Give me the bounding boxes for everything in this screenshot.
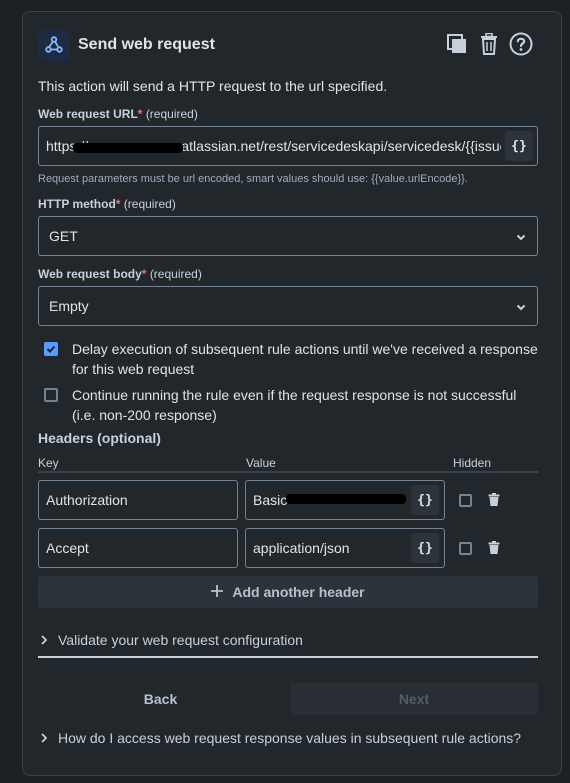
smart-value-button[interactable]: {} <box>411 533 439 563</box>
send-web-request-panel: Send web request This action will send a… <box>22 11 562 776</box>
help-button[interactable] <box>509 32 533 59</box>
method-label: HTTP method* (required) <box>38 197 176 211</box>
response-values-help-expander[interactable]: How do I access web request response val… <box>40 730 521 746</box>
divider <box>38 471 538 473</box>
web-request-body-select[interactable]: Empty <box>38 286 538 326</box>
next-button[interactable]: Next <box>290 683 538 715</box>
panel-title: Send web request <box>78 36 215 53</box>
continue-running-label: Continue running the rule even if the re… <box>72 387 517 423</box>
delete-action-button[interactable] <box>477 32 501 58</box>
continue-running-option: Continue running the rule even if the re… <box>44 385 542 425</box>
header-key-input[interactable]: Accept <box>38 528 238 568</box>
trash-icon <box>479 32 499 58</box>
question-circle-icon <box>509 32 533 59</box>
header-value-input[interactable]: application/json {} <box>245 528 445 568</box>
webhook-icon <box>38 29 70 61</box>
hidden-column-header: Hidden <box>453 456 492 470</box>
http-method-select[interactable]: GET <box>38 216 538 256</box>
back-button[interactable]: Back <box>38 683 283 715</box>
chevron-right-icon <box>40 730 48 746</box>
key-column-header: Key <box>38 456 59 470</box>
action-description: This action will send a HTTP request to … <box>38 78 388 94</box>
headers-title: Headers (optional) <box>38 430 161 446</box>
divider <box>38 656 538 658</box>
validate-config-expander[interactable]: Validate your web request configuration <box>40 632 303 648</box>
copy-icon <box>446 33 468 58</box>
continue-running-checkbox[interactable] <box>44 388 58 402</box>
delay-execution-label: Delay execution of subsequent rule actio… <box>72 341 538 377</box>
url-label: Web request URL* (required) <box>38 107 198 121</box>
chevron-down-icon <box>515 300 527 312</box>
smart-value-button[interactable]: {} <box>411 485 439 515</box>
trash-icon <box>488 541 500 557</box>
body-value: Empty <box>49 298 89 314</box>
header-hidden-checkbox[interactable] <box>459 542 472 555</box>
redaction-scribble <box>73 143 183 153</box>
header-key-input[interactable]: Authorization <box>38 480 238 520</box>
header-hidden-checkbox[interactable] <box>459 494 472 507</box>
value-column-header: Value <box>246 456 276 470</box>
delete-header-button[interactable] <box>488 541 500 557</box>
delay-execution-option: Delay execution of subsequent rule actio… <box>44 339 542 379</box>
check-icon <box>46 345 56 353</box>
chevron-right-icon <box>40 632 48 648</box>
plus-icon <box>211 584 224 600</box>
trash-icon <box>488 493 500 509</box>
add-header-button[interactable]: Add another header <box>38 576 538 608</box>
delete-header-button[interactable] <box>488 493 500 509</box>
chevron-down-icon <box>515 230 527 242</box>
smart-value-button[interactable]: {} <box>505 131 533 161</box>
redaction-scribble <box>286 494 406 504</box>
http-method-value: GET <box>49 228 78 244</box>
body-label: Web request body* (required) <box>38 267 202 281</box>
delay-execution-checkbox[interactable] <box>44 342 58 356</box>
copy-button[interactable] <box>445 33 469 57</box>
url-helper-text: Request parameters must be url encoded, … <box>38 173 468 185</box>
